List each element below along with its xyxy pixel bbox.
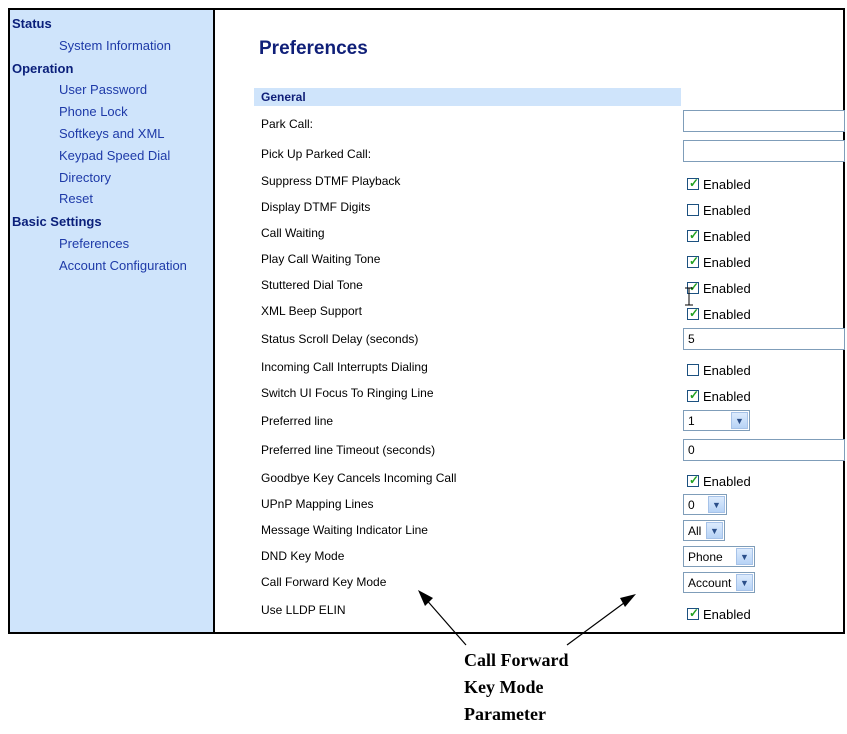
arrow-line-right xyxy=(566,599,629,646)
callout-line-1: Call Forward xyxy=(464,650,569,670)
callout-text: Call Forward Key Mode Parameter xyxy=(464,647,568,728)
arrowhead-right-icon xyxy=(620,594,636,607)
callout-line-2: Key Mode xyxy=(464,677,544,697)
annotation-arrows xyxy=(418,287,693,646)
arrow-line-left xyxy=(423,596,467,646)
arrowhead-left-icon xyxy=(418,590,433,606)
callout-line-3: Parameter xyxy=(464,704,546,724)
